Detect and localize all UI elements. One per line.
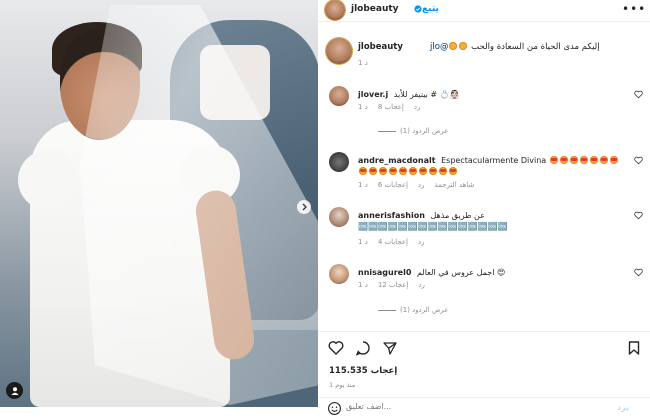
photo-sleeve-left bbox=[18, 150, 78, 210]
verified-badge-icon bbox=[414, 5, 422, 13]
emoji-icon bbox=[459, 42, 468, 50]
comment-input[interactable] bbox=[346, 402, 606, 411]
comment-username[interactable]: jlover.j bbox=[358, 90, 388, 99]
emoji-icon bbox=[399, 167, 407, 175]
caption-body: إليكم مدى الحياة من السعادة والحب bbox=[468, 42, 600, 52]
reply-button[interactable]: رد bbox=[418, 281, 425, 289]
post-actions-bar bbox=[318, 331, 650, 361]
comment-meta: 1 د إعجابات 6 رد شاهد الترجمة bbox=[358, 181, 474, 189]
tagged-users-button[interactable] bbox=[6, 382, 23, 399]
comment-body: nnisagurel0 اجمل عروس في العالم 😍 bbox=[358, 267, 628, 278]
emoji-icon bbox=[559, 156, 568, 164]
emoji-icon bbox=[599, 156, 608, 164]
emoji-icon bbox=[549, 156, 558, 164]
post-details-panel: jlobeauty يتبع ••• jlobeauty إليكم مدى ا… bbox=[318, 0, 650, 419]
comment-username[interactable]: annerisfashion bbox=[358, 211, 425, 220]
user-icon bbox=[11, 386, 18, 395]
bookmark-icon[interactable] bbox=[626, 340, 642, 356]
comment-timestamp: 1 د bbox=[358, 103, 368, 111]
emoji-icon bbox=[389, 167, 397, 175]
emoji-icon bbox=[419, 167, 427, 175]
emoji-icon bbox=[609, 156, 618, 164]
post-header: jlobeauty يتبع ••• bbox=[318, 0, 650, 22]
comment-likes[interactable]: إعجابات 4 bbox=[378, 238, 408, 246]
comment-body: annerisfashion عن طريق مذهل 🆒🆒🆒🆒🆒🆒🆒🆒🆒🆒🆒🆒… bbox=[358, 210, 628, 232]
view-replies-label: عرض الردود (1) bbox=[400, 127, 449, 135]
comment-likes[interactable]: إعجابات 6 bbox=[378, 181, 408, 189]
replies-divider bbox=[378, 130, 396, 132]
replies-divider bbox=[378, 309, 396, 311]
view-replies-button[interactable]: عرض الردود (1) bbox=[378, 127, 448, 135]
reply-button[interactable]: رد bbox=[418, 181, 425, 189]
emoji-icon bbox=[569, 156, 578, 164]
heart-icon[interactable] bbox=[634, 211, 643, 220]
view-replies-label: عرض الردود (1) bbox=[400, 306, 449, 314]
emoji-icon bbox=[359, 167, 367, 175]
emoji-icon bbox=[429, 167, 437, 175]
paper-plane-icon[interactable] bbox=[382, 340, 398, 356]
heart-icon[interactable] bbox=[634, 156, 643, 165]
more-options-button[interactable]: ••• bbox=[622, 2, 646, 16]
heart-icon[interactable] bbox=[634, 90, 643, 99]
comment-timestamp: 1 د bbox=[358, 181, 368, 189]
comment-composer: يرد bbox=[318, 397, 650, 419]
next-image-button[interactable] bbox=[297, 200, 311, 214]
likes-count[interactable]: 115.535 إعجاب bbox=[329, 366, 397, 376]
post-photo[interactable] bbox=[0, 0, 318, 407]
reply-button[interactable]: رد bbox=[414, 103, 421, 111]
chevron-right-icon bbox=[302, 203, 307, 211]
emoji-icon bbox=[449, 167, 457, 175]
author-avatar-caption[interactable] bbox=[326, 38, 352, 64]
comment-timestamp: 1 د bbox=[358, 238, 368, 246]
caption-timestamp: 1 د bbox=[358, 59, 368, 67]
smiley-icon[interactable] bbox=[327, 401, 342, 416]
commenter-avatar[interactable] bbox=[329, 152, 349, 172]
comment-meta: 1 د إعجاب 12 رد bbox=[358, 281, 425, 289]
heart-icon[interactable] bbox=[328, 340, 344, 356]
emoji-icon bbox=[379, 167, 387, 175]
post-age: منذ يوم 1 bbox=[329, 381, 356, 389]
translate-button[interactable]: شاهد الترجمة bbox=[434, 181, 474, 189]
commenter-avatar[interactable] bbox=[329, 264, 349, 284]
comment-likes[interactable]: إعجاب 12 bbox=[378, 281, 409, 289]
comment-username[interactable]: andre_macdonalt bbox=[358, 156, 436, 165]
post-caption: jlobeauty إليكم مدى الحياة من السعادة وا… bbox=[318, 30, 650, 78]
heart-icon[interactable] bbox=[634, 268, 643, 277]
comment-meta: 1 د إعجاب 8 رد bbox=[358, 103, 420, 111]
emoji-icon bbox=[439, 167, 447, 175]
comment-text: بينيفر للأبد # 💍👰🏻 bbox=[393, 90, 460, 99]
author-username[interactable]: jlobeauty bbox=[351, 4, 399, 14]
caption-text: إليكم مدى الحياة من السعادة والحب @jlo bbox=[430, 42, 600, 52]
view-replies-button[interactable]: عرض الردود (1) bbox=[378, 306, 448, 314]
emoji-icon bbox=[369, 167, 377, 175]
comment-body: andre_macdonalt Espectacularmente Divina bbox=[358, 155, 628, 177]
commenter-avatar[interactable] bbox=[329, 86, 349, 106]
comment-likes[interactable]: إعجاب 8 bbox=[378, 103, 404, 111]
comment-text: اجمل عروس في العالم 😍 bbox=[416, 268, 506, 277]
author-avatar[interactable] bbox=[325, 0, 345, 20]
post-comment-button[interactable]: يرد bbox=[617, 403, 629, 412]
caption-username[interactable]: jlobeauty bbox=[358, 42, 403, 52]
emoji-icon bbox=[409, 167, 417, 175]
emoji-icon bbox=[449, 42, 458, 50]
follow-button[interactable]: يتبع bbox=[422, 4, 439, 14]
comment-meta: 1 د إعجابات 4 رد bbox=[358, 238, 424, 246]
comment-timestamp: 1 د bbox=[358, 281, 368, 289]
emoji-icon bbox=[589, 156, 598, 164]
reply-button[interactable]: رد bbox=[418, 238, 425, 246]
emoji-icon bbox=[579, 156, 588, 164]
commenter-avatar[interactable] bbox=[329, 207, 349, 227]
comment-username[interactable]: nnisagurel0 bbox=[358, 268, 411, 277]
comment-text: Espectacularmente Divina bbox=[441, 156, 547, 165]
comment-body: jlover.j بينيفر للأبد # 💍👰🏻 bbox=[358, 89, 628, 100]
caption-mention[interactable]: @jlo bbox=[430, 42, 448, 52]
comment-bubble-icon[interactable] bbox=[355, 340, 371, 356]
